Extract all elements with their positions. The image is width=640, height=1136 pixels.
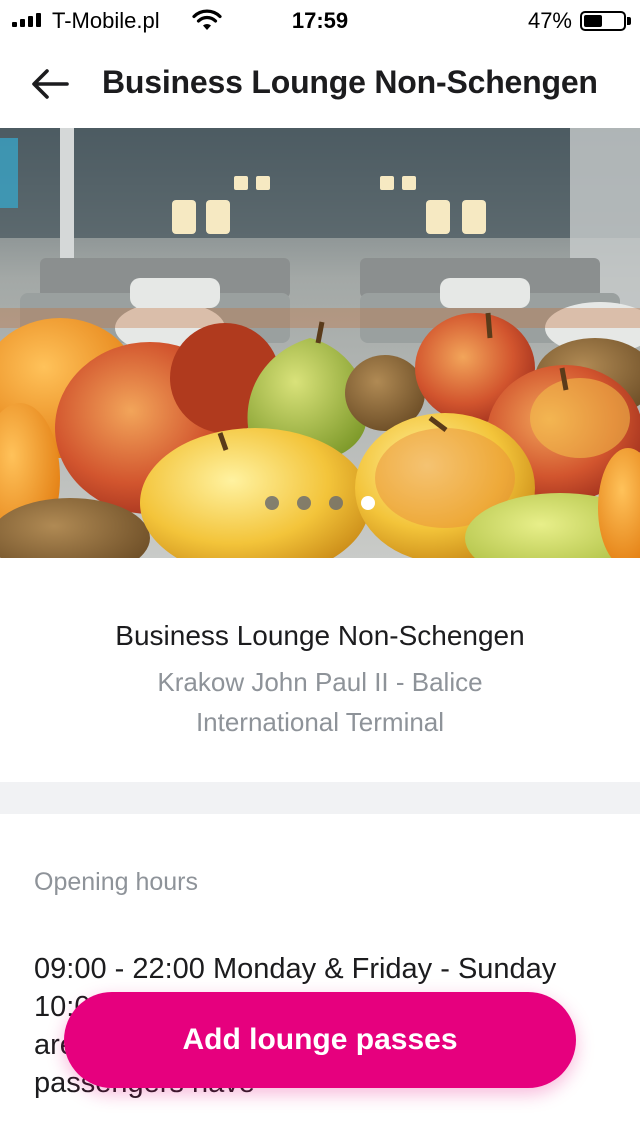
carousel-dot[interactable] <box>265 496 279 510</box>
opening-hours-label: Opening hours <box>34 868 199 896</box>
lounge-name: Business Lounge Non-Schengen <box>115 620 525 651</box>
status-bar: T-Mobile.pl 17:59 47% <box>0 0 640 40</box>
carousel-dot[interactable] <box>361 496 375 510</box>
back-button[interactable] <box>30 64 70 104</box>
carousel-indicator[interactable] <box>0 496 640 510</box>
page-title: Business Lounge Non-Schengen <box>102 64 598 100</box>
section-divider <box>0 782 640 814</box>
lounge-photo <box>0 128 640 558</box>
carousel-dot[interactable] <box>297 496 311 510</box>
add-lounge-passes-button[interactable]: Add lounge passes <box>64 992 576 1088</box>
photo-carousel[interactable] <box>0 128 640 558</box>
battery-icon <box>580 11 626 31</box>
nav-bar: Business Lounge Non-Schengen <box>0 40 640 128</box>
arrow-left-icon <box>32 69 69 99</box>
carousel-dot[interactable] <box>329 496 343 510</box>
lounge-location: Krakow John Paul II - Balice Internation… <box>157 667 483 737</box>
lounge-info: Business Lounge Non-Schengen Krakow John… <box>0 558 640 782</box>
battery-percent: 47% <box>527 8 572 33</box>
battery-cap <box>627 17 631 25</box>
